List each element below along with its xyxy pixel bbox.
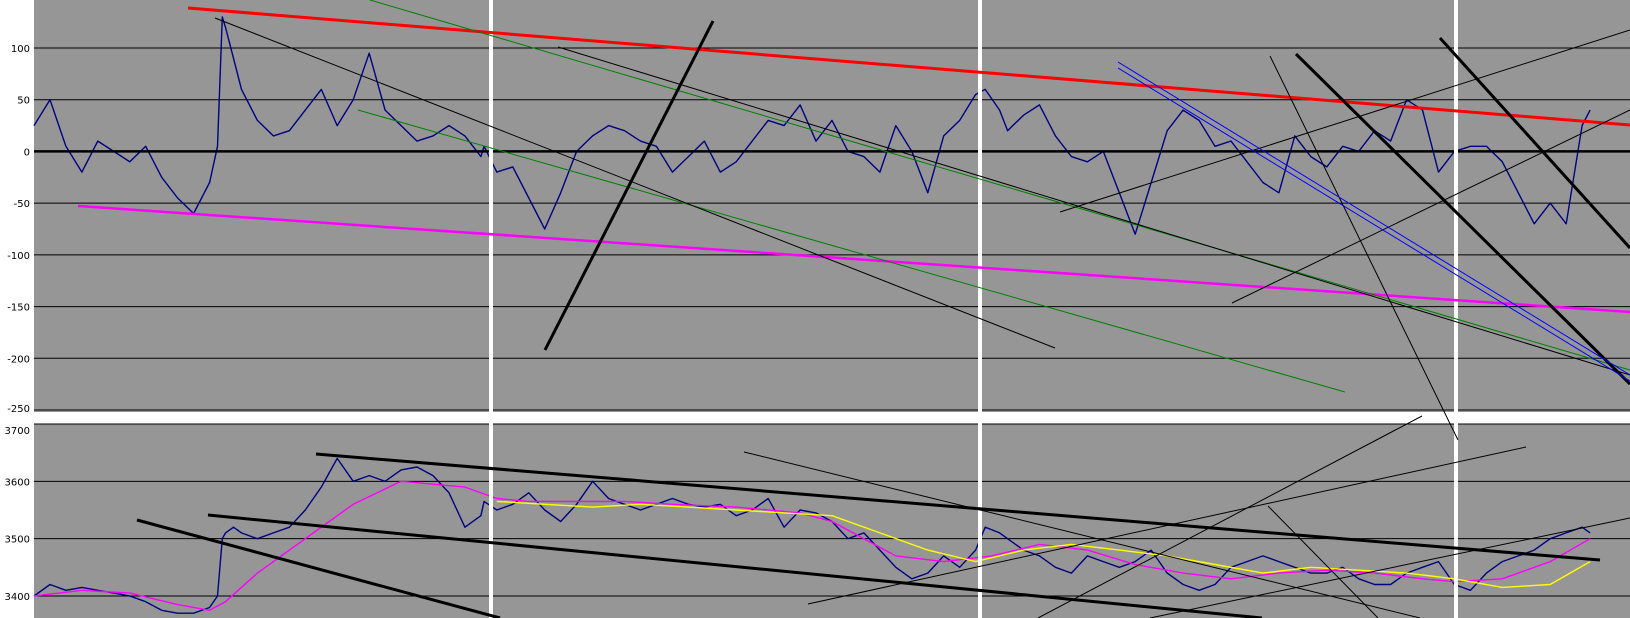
upper-plot-area xyxy=(34,0,1630,412)
upper-y-tick-label: -200 xyxy=(7,354,30,365)
upper-plot: 100 50 0 -50 -100 -150 -200 -250 xyxy=(7,0,1630,415)
lower-y-tick-label: 3700 xyxy=(5,426,30,437)
upper-y-tick-label: -50 xyxy=(14,199,30,210)
upper-y-tick-label: -150 xyxy=(7,303,30,314)
upper-y-tick-label: -100 xyxy=(7,251,30,262)
lower-y-tick-label: 3500 xyxy=(5,535,30,546)
lower-plot: 3700 3600 3500 3400 xyxy=(5,423,1630,618)
upper-y-tick-label: 0 xyxy=(24,147,30,158)
upper-y-tick-label: 50 xyxy=(17,96,30,107)
pane-separator-3 xyxy=(1454,0,1458,618)
lower-y-tick-label: 3400 xyxy=(5,592,30,603)
pane-separator-1 xyxy=(489,0,493,618)
lower-y-tick-label: 3600 xyxy=(5,477,30,488)
chart-canvas: 100 50 0 -50 -100 -150 -200 -250 3700 3600 3500 34… xyxy=(0,0,1630,618)
pane-gap-mid xyxy=(493,414,983,422)
upper-y-tick-label: -250 xyxy=(7,404,30,415)
upper-y-tick-label: 100 xyxy=(11,44,30,55)
pane-separator-2 xyxy=(978,0,982,618)
